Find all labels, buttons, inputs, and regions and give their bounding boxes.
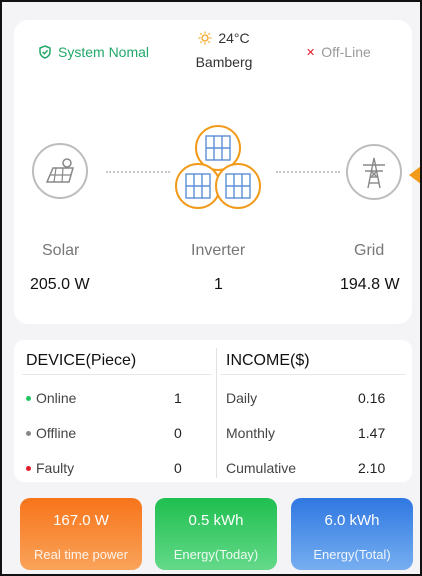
system-status-label: System Nomal <box>58 44 150 60</box>
connection-status-label: Off-Line <box>321 44 371 60</box>
device-offline-count: 0 <box>174 425 182 441</box>
device-divider <box>22 374 212 375</box>
inverter-label: Inverter <box>191 242 246 259</box>
solar-flow-line <box>106 171 170 173</box>
sun-icon <box>198 31 212 45</box>
grid-label: Grid <box>354 242 385 259</box>
realtime-power-value: 167.0 W <box>53 512 109 529</box>
income-divider <box>220 374 406 375</box>
grid-tower-icon[interactable] <box>346 144 402 200</box>
income-monthly-value: 1.47 <box>358 425 386 441</box>
income-daily-label: Daily <box>226 390 258 406</box>
location: Bamberg <box>195 54 253 70</box>
energy-today-tile[interactable]: 0.5 kWh Energy(Today) <box>155 498 277 570</box>
expand-arrow-icon[interactable] <box>409 166 420 184</box>
device-online-row[interactable]: Online <box>26 390 76 406</box>
device-offline-row[interactable]: Offline <box>26 425 76 441</box>
income-cumulative-value: 2.10 <box>358 460 386 476</box>
app-screen: System Nomal 24°C Bamberg ✕ Off-Line Sol… <box>0 0 422 576</box>
faulty-dot-icon <box>26 465 31 471</box>
energy-total-value: 6.0 kWh <box>324 512 380 529</box>
income-title: INCOME($) <box>226 352 310 369</box>
income-monthly-label: Monthly <box>226 425 276 441</box>
realtime-power-label: Real time power <box>34 547 128 562</box>
income-cumulative-label: Cumulative <box>226 460 297 476</box>
income-daily-value: 0.16 <box>358 390 386 406</box>
device-faulty-row[interactable]: Faulty <box>26 460 74 476</box>
solar-power-value: 205.0 W <box>30 276 90 293</box>
device-online-count: 1 <box>174 390 182 406</box>
grid-power-value: 194.8 W <box>340 276 400 293</box>
temperature: 24°C <box>218 30 250 46</box>
offline-icon: ✕ <box>306 46 316 59</box>
energy-total-label: Energy(Total) <box>313 547 391 562</box>
realtime-power-tile[interactable]: 167.0 W Real time power <box>20 498 142 570</box>
connection-status: ✕ Off-Line <box>306 44 371 60</box>
solar-icon[interactable] <box>32 143 88 199</box>
device-title: DEVICE(Piece) <box>26 352 137 369</box>
system-status: System Nomal <box>38 44 149 60</box>
online-dot-icon <box>26 395 31 401</box>
energy-total-tile[interactable]: 6.0 kWh Energy(Total) <box>291 498 413 570</box>
weather-widget: 24°C Bamberg <box>174 30 274 70</box>
solar-label: Solar <box>42 242 80 259</box>
inverter-count-value: 1 <box>214 276 223 293</box>
stats-card: DEVICE(Piece) INCOME($) Online 1 Offline… <box>14 340 412 482</box>
energy-today-value: 0.5 kWh <box>188 512 244 529</box>
offline-dot-icon <box>26 430 31 436</box>
energy-today-label: Energy(Today) <box>173 547 259 562</box>
device-faulty-count: 0 <box>174 460 182 476</box>
grid-flow-line <box>276 171 340 173</box>
overview-card: System Nomal 24°C Bamberg ✕ Off-Line Sol… <box>14 20 412 324</box>
inverter-icon[interactable] <box>172 122 264 214</box>
shield-check-icon <box>39 45 51 59</box>
column-divider <box>216 348 217 478</box>
